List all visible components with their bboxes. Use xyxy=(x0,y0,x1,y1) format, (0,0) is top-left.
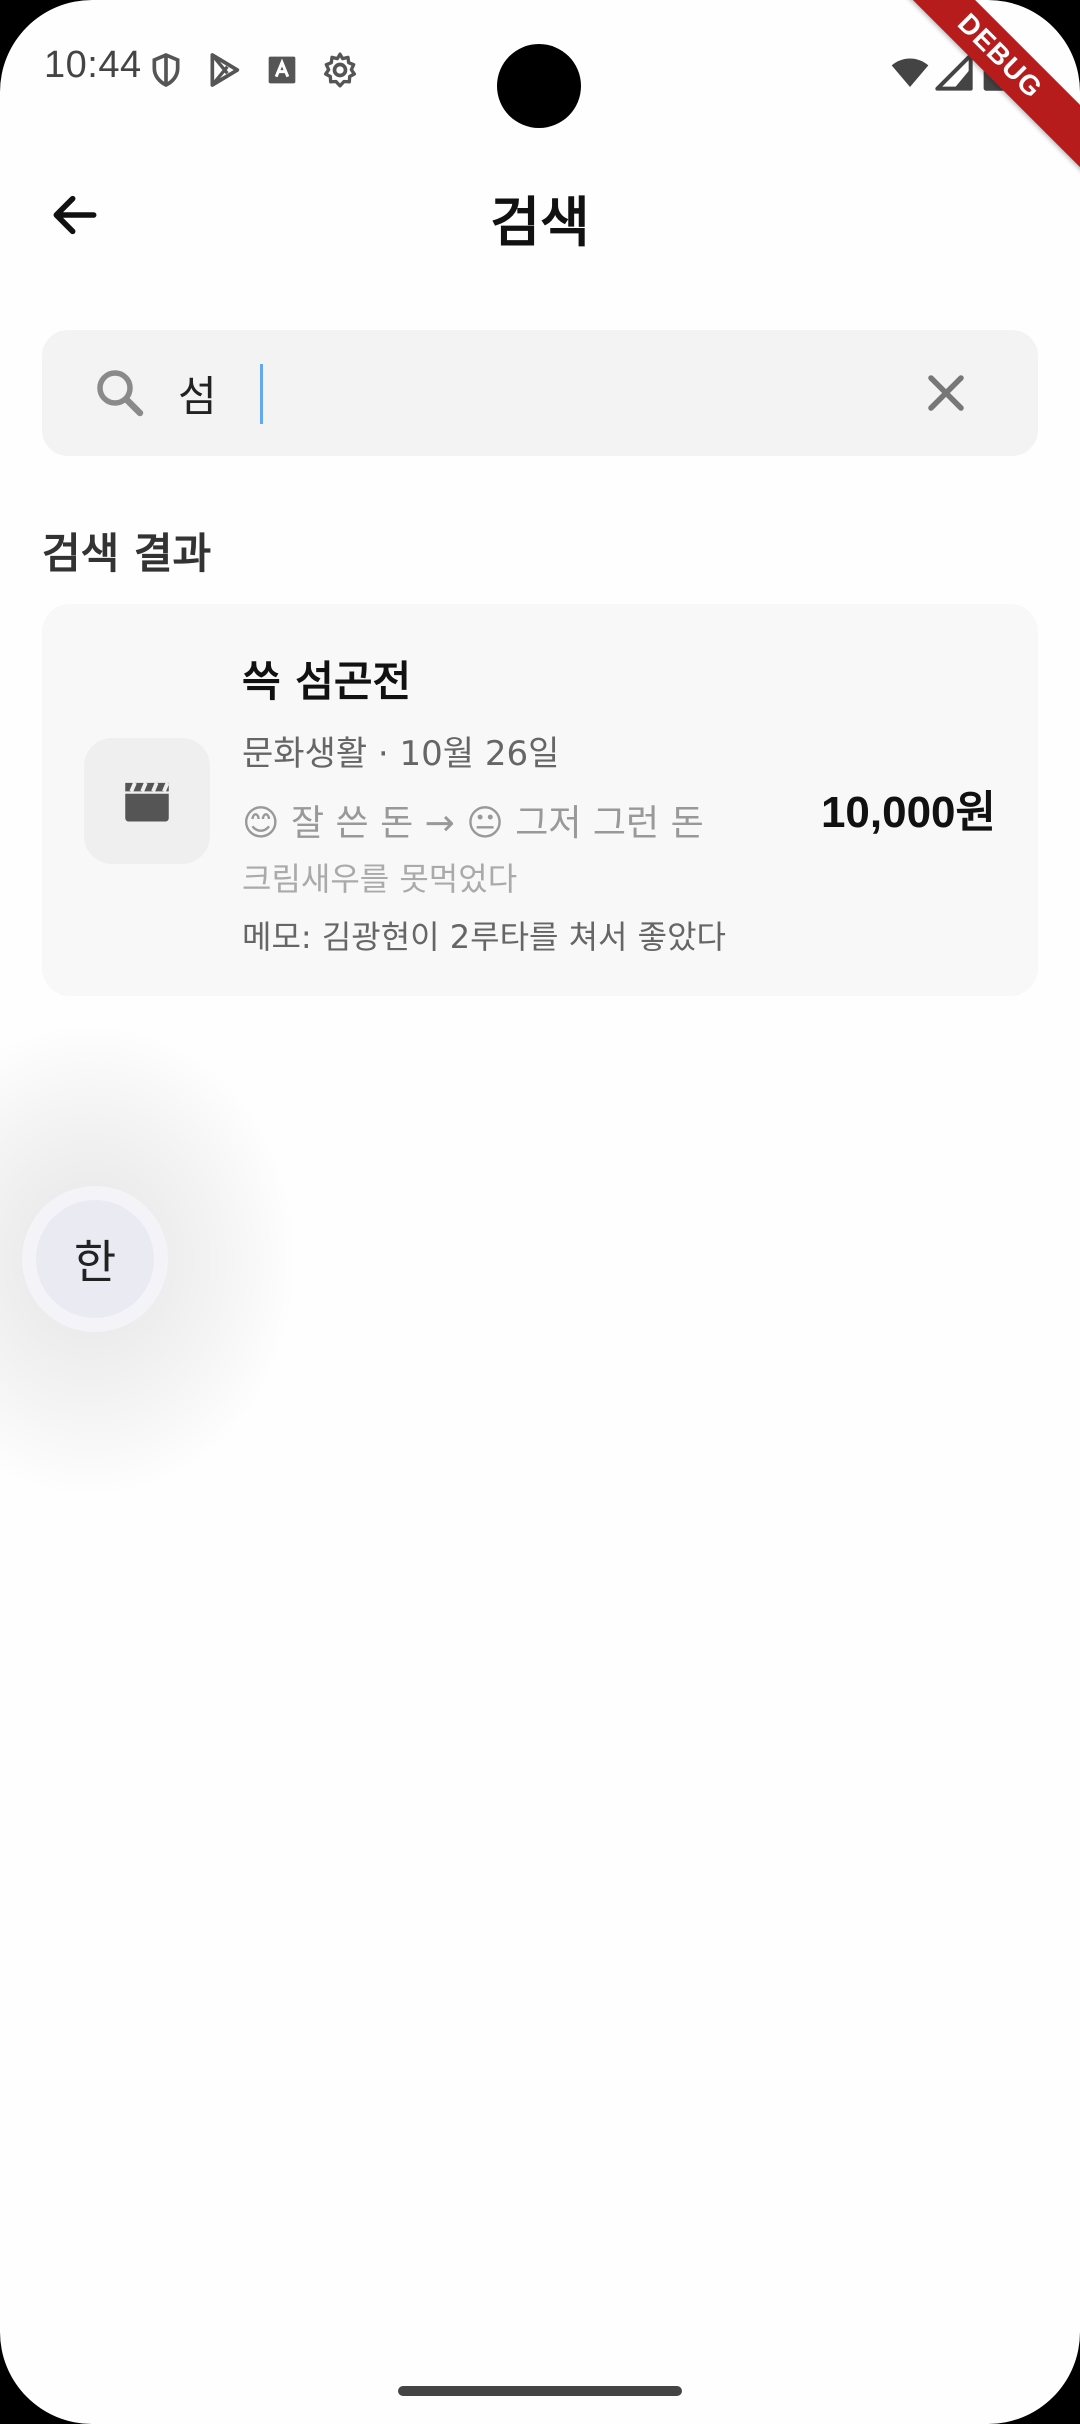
result-category-date: 문화생활 · 10월 26일 xyxy=(242,734,560,774)
text-caret xyxy=(260,364,263,424)
page-title: 검색 xyxy=(490,191,590,254)
result-memo: 메모: 김광현이 2루타를 쳐서 좋았다 xyxy=(242,918,726,956)
status-bar: 10:44 DEBUG xyxy=(0,0,1080,178)
play-store-icon xyxy=(210,53,240,87)
home-indicator[interactable] xyxy=(398,2386,682,2396)
shield-icon xyxy=(152,53,180,88)
search-bar[interactable] xyxy=(42,330,1038,456)
result-amount: 10,000원 xyxy=(820,788,996,837)
wifi-icon xyxy=(891,58,929,87)
search-icon xyxy=(97,370,144,417)
screen: 10:44 DEBUG 검색 섬 검색 결과 쓱 섬곤전 문화생활 · 10월 … xyxy=(0,0,1080,2424)
result-title: 쓱 섬곤전 xyxy=(242,657,412,706)
clapperboard-icon xyxy=(125,782,170,822)
result-rating-change: 😊 잘 쓴 돈 → 😐 그저 그런 돈 xyxy=(242,803,704,844)
gear-icon xyxy=(324,52,356,88)
keyboard-a-icon xyxy=(268,56,296,84)
ime-toggle-button[interactable]: 한 xyxy=(22,1186,168,1332)
result-description: 크림새우를 못먹었다 xyxy=(242,860,518,898)
section-title: 검색 결과 xyxy=(42,529,212,578)
status-time: 10:44 xyxy=(44,44,142,86)
result-card[interactable]: 쓱 섬곤전 문화생활 · 10월 26일 😊 잘 쓴 돈 → 😐 그저 그런 돈… xyxy=(42,604,1038,996)
search-input[interactable] xyxy=(178,360,878,426)
ime-label: 한 xyxy=(36,1200,154,1318)
front-camera xyxy=(497,44,581,128)
signal-icon xyxy=(935,53,973,91)
close-icon[interactable] xyxy=(916,363,976,423)
category-icon-box xyxy=(84,738,210,864)
